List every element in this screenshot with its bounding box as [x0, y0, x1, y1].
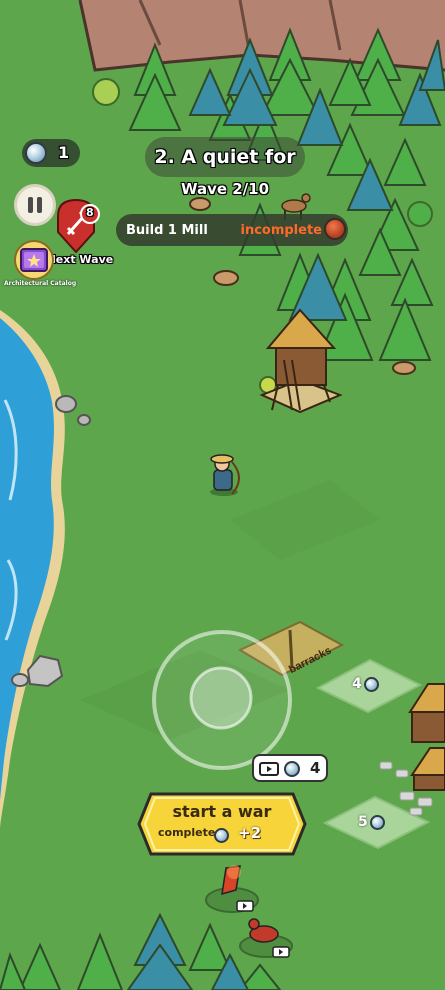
start-war-title: start a war — [172, 802, 272, 821]
gem-icon — [214, 828, 229, 843]
unlock-cost: 4 — [310, 759, 321, 777]
task-banner: Build 1 Mill incomplete — [116, 214, 348, 246]
next-wave-button[interactable]: 8 — [54, 196, 100, 254]
video-ad-icon — [259, 762, 279, 776]
catalog-label: Architectural Catalog — [4, 280, 77, 287]
gem-icon — [25, 142, 47, 164]
next-wave-label: lext Wave — [52, 253, 114, 266]
virtual-joystick — [152, 630, 292, 770]
task-status: incomplete — [240, 222, 322, 238]
video-ad-icon[interactable] — [236, 900, 254, 912]
wave-counter: Wave 2/10 — [180, 180, 270, 198]
pause-icon — [28, 197, 33, 213]
video-ad-icon[interactable] — [272, 946, 290, 958]
chapter-title: 2. A quiet for — [145, 137, 305, 177]
gem-icon — [284, 761, 300, 777]
build-slot-cost: 5 — [358, 814, 368, 830]
book-icon — [14, 240, 54, 280]
bomb-icon — [324, 218, 346, 240]
unlock-cost-bubble[interactable]: 4 — [252, 754, 328, 782]
gem-counter: 1 — [22, 139, 80, 167]
build-slot-4[interactable]: 4 — [352, 676, 379, 692]
build-slot-cost: 4 — [352, 676, 362, 692]
gem-icon — [363, 676, 379, 692]
gem-icon — [369, 814, 385, 830]
start-war-reward: +2 — [238, 824, 262, 842]
start-war-status: complete — [158, 826, 216, 839]
architectural-catalog-button[interactable] — [12, 240, 56, 280]
wave-count: 8 — [86, 206, 94, 219]
gem-count: 1 — [58, 143, 70, 162]
build-slot-5[interactable]: 5 — [358, 814, 385, 830]
task-label: Build 1 Mill — [126, 222, 208, 238]
pause-button[interactable] — [14, 184, 56, 226]
